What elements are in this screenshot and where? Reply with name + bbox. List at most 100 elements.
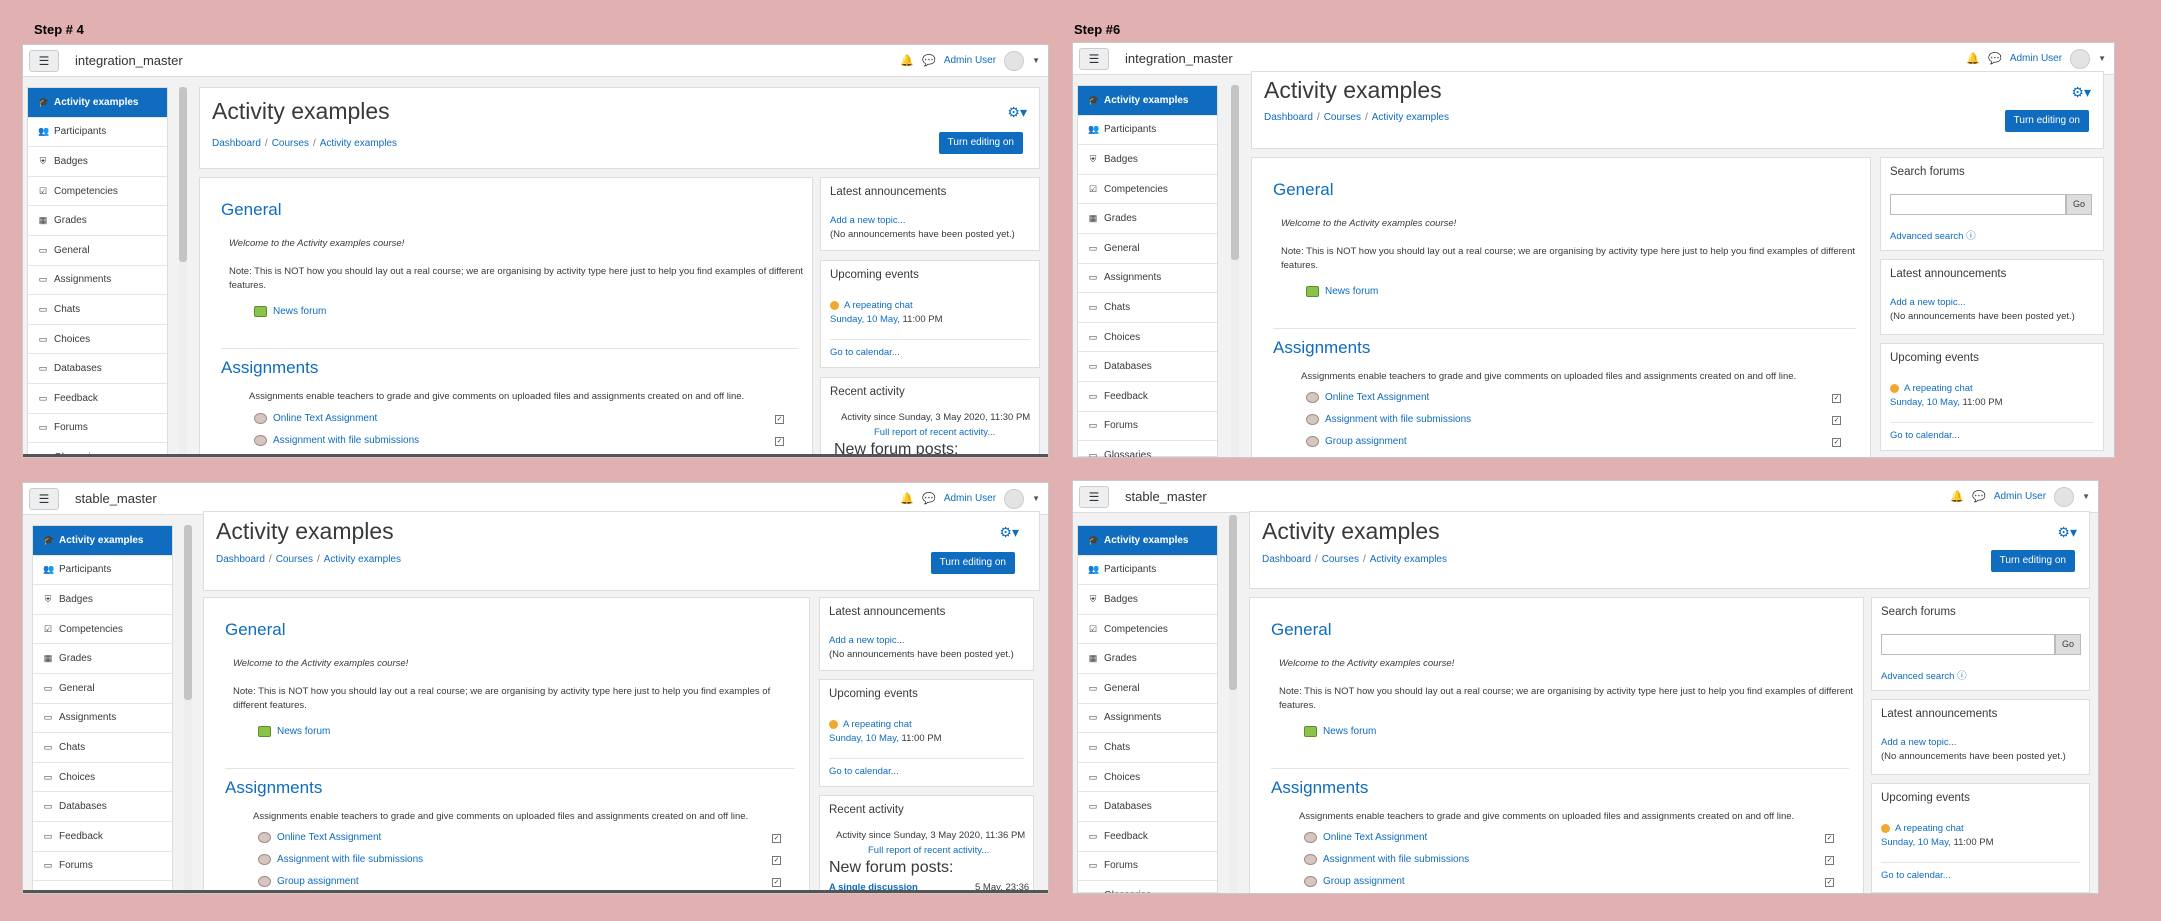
drawer-item-general[interactable]: ▭ General: [28, 236, 167, 266]
user-menu-name[interactable]: Admin User: [1994, 491, 2046, 502]
drawer-item-databases[interactable]: ▭ Databases: [1078, 352, 1217, 382]
gear-icon[interactable]: ⚙▾: [999, 524, 1019, 541]
completion-checkbox[interactable]: ✓: [1832, 438, 1841, 447]
search-go-button[interactable]: Go: [2066, 194, 2092, 215]
section-title-assignments[interactable]: Assignments: [1273, 338, 1370, 358]
breadcrumb-courses[interactable]: Courses: [1324, 112, 1361, 123]
drawer-item-choices[interactable]: ▭ Choices: [33, 763, 172, 793]
breadcrumb-course[interactable]: Activity examples: [324, 554, 401, 565]
scroll-thumb[interactable]: [184, 525, 192, 700]
drawer-item-feedback[interactable]: ▭ Feedback: [1078, 382, 1217, 412]
drawer-item-assignments[interactable]: ▭ Assignments: [1078, 704, 1217, 734]
menu-toggle-button[interactable]: ☰: [29, 49, 59, 72]
menu-toggle-button[interactable]: ☰: [29, 487, 59, 510]
drawer-item-forums[interactable]: ▭ Forums: [33, 852, 172, 882]
event-entry[interactable]: A repeating chat: [1881, 823, 1964, 834]
search-go-button[interactable]: Go: [2055, 634, 2081, 655]
event-entry[interactable]: A repeating chat: [830, 300, 913, 311]
activity-news-forum[interactable]: News forum: [1304, 726, 1376, 737]
drawer-item-participants[interactable]: 👥 Participants: [1078, 116, 1217, 146]
drawer-item-feedback[interactable]: ▭ Feedback: [1078, 822, 1217, 852]
drawer-item-databases[interactable]: ▭ Databases: [1078, 792, 1217, 822]
activity-group-assignment[interactable]: Group assignment: [258, 876, 359, 887]
bell-icon[interactable]: 🔔: [900, 54, 914, 67]
message-icon[interactable]: 💬: [1988, 52, 2002, 65]
drawer-item-forums[interactable]: ▭ Forums: [1078, 852, 1217, 882]
drawer-item-course[interactable]: 🎓 Activity examples: [33, 526, 172, 556]
section-title-general[interactable]: General: [1273, 180, 1333, 200]
drawer-item-glossaries[interactable]: ▭Glossaries: [1078, 441, 1217, 457]
add-new-topic-link[interactable]: Add a new topic...: [1890, 297, 1966, 308]
completion-checkbox[interactable]: ✓: [775, 415, 784, 424]
activity-online-text-assignment[interactable]: Online Text Assignment: [258, 832, 381, 843]
drawer-item-participants[interactable]: 👥 Participants: [28, 118, 167, 148]
bell-icon[interactable]: 🔔: [1966, 52, 1980, 65]
drawer-item-competencies[interactable]: ☑ Competencies: [1078, 615, 1217, 645]
completion-checkbox[interactable]: ✓: [775, 437, 784, 446]
completion-checkbox[interactable]: ✓: [1825, 834, 1834, 843]
drawer-item-participants[interactable]: 👥 Participants: [1078, 556, 1217, 586]
advanced-search-link[interactable]: Advanced search ⓘ: [1890, 228, 1976, 242]
go-to-calendar-link[interactable]: Go to calendar...: [1890, 430, 1960, 441]
drawer-item-glossaries[interactable]: ▭Glossaries: [1078, 881, 1217, 893]
drawer-scrollbar[interactable]: [184, 525, 192, 893]
drawer-item-grades[interactable]: ▦ Grades: [28, 206, 167, 236]
activity-news-forum[interactable]: News forum: [258, 726, 330, 737]
message-icon[interactable]: 💬: [922, 492, 936, 505]
activity-online-text-assignment[interactable]: Online Text Assignment: [254, 413, 377, 424]
avatar[interactable]: [1004, 50, 1025, 71]
drawer-item-badges[interactable]: ⛨ Badges: [28, 147, 167, 177]
activity-assignment-file-submissions[interactable]: Assignment with file submissions: [1304, 854, 1469, 865]
event-entry[interactable]: A repeating chat: [829, 719, 912, 730]
breadcrumb-dashboard[interactable]: Dashboard: [1262, 554, 1311, 565]
search-forums-input[interactable]: [1881, 634, 2055, 655]
drawer-item-choices[interactable]: ▭ Choices: [1078, 763, 1217, 793]
completion-checkbox[interactable]: ✓: [772, 856, 781, 865]
drawer-item-databases[interactable]: ▭ Databases: [28, 354, 167, 384]
avatar[interactable]: [1004, 488, 1025, 509]
drawer-item-competencies[interactable]: ☑ Competencies: [28, 177, 167, 207]
scroll-thumb[interactable]: [1229, 515, 1237, 690]
section-title-general[interactable]: General: [221, 200, 281, 220]
scroll-thumb[interactable]: [179, 87, 187, 262]
menu-toggle-button[interactable]: ☰: [1079, 47, 1109, 70]
breadcrumb-course[interactable]: Activity examples: [1372, 112, 1449, 123]
message-icon[interactable]: 💬: [1972, 490, 1986, 503]
completion-checkbox[interactable]: ✓: [1832, 394, 1841, 403]
drawer-scrollbar[interactable]: [179, 87, 187, 457]
message-icon[interactable]: 💬: [922, 54, 936, 67]
drawer-item-general[interactable]: ▭ General: [1078, 674, 1217, 704]
drawer-item-chats[interactable]: ▭ Chats: [33, 733, 172, 763]
drawer-item-assignments[interactable]: ▭ Assignments: [1078, 264, 1217, 294]
activity-group-assignment[interactable]: Group assignment: [1304, 876, 1405, 887]
event-entry[interactable]: A repeating chat: [1890, 383, 1973, 394]
add-new-topic-link[interactable]: Add a new topic...: [830, 215, 906, 226]
drawer-item-choices[interactable]: ▭ Choices: [28, 325, 167, 355]
turn-editing-on-button[interactable]: Turn editing on: [930, 552, 1015, 574]
site-name[interactable]: integration_master: [75, 53, 183, 68]
bell-icon[interactable]: 🔔: [900, 492, 914, 505]
add-new-topic-link[interactable]: Add a new topic...: [829, 635, 905, 646]
activity-assignment-file-submissions[interactable]: Assignment with file submissions: [254, 435, 419, 446]
go-to-calendar-link[interactable]: Go to calendar...: [830, 347, 900, 358]
gear-icon[interactable]: ⚙▾: [2071, 84, 2091, 101]
drawer-item-forums[interactable]: ▭ Forums: [1078, 412, 1217, 442]
activity-news-forum[interactable]: News forum: [254, 306, 326, 317]
drawer-item-badges[interactable]: ⛨ Badges: [33, 585, 172, 615]
drawer-scrollbar[interactable]: [1229, 515, 1237, 893]
drawer-item-course[interactable]: 🎓 Activity examples: [28, 88, 167, 118]
help-icon[interactable]: ⓘ: [1966, 231, 1976, 242]
user-menu-name[interactable]: Admin User: [944, 55, 996, 66]
activity-assignment-file-submissions[interactable]: Assignment with file submissions: [258, 854, 423, 865]
advanced-search-link[interactable]: Advanced search ⓘ: [1881, 668, 1967, 682]
activity-group-assignment[interactable]: Group assignment: [254, 457, 355, 458]
completion-checkbox[interactable]: ✓: [1832, 416, 1841, 425]
full-report-link[interactable]: Full report of recent activity...: [868, 845, 989, 856]
user-menu-name[interactable]: Admin User: [2010, 53, 2062, 64]
drawer-item-course[interactable]: 🎓 Activity examples: [1078, 86, 1217, 116]
activity-online-text-assignment[interactable]: Online Text Assignment: [1304, 832, 1427, 843]
drawer-item-badges[interactable]: ⛨ Badges: [1078, 585, 1217, 615]
gear-icon[interactable]: ⚙▾: [2057, 524, 2077, 541]
breadcrumb-dashboard[interactable]: Dashboard: [1264, 112, 1313, 123]
drawer-item-participants[interactable]: 👥 Participants: [33, 556, 172, 586]
